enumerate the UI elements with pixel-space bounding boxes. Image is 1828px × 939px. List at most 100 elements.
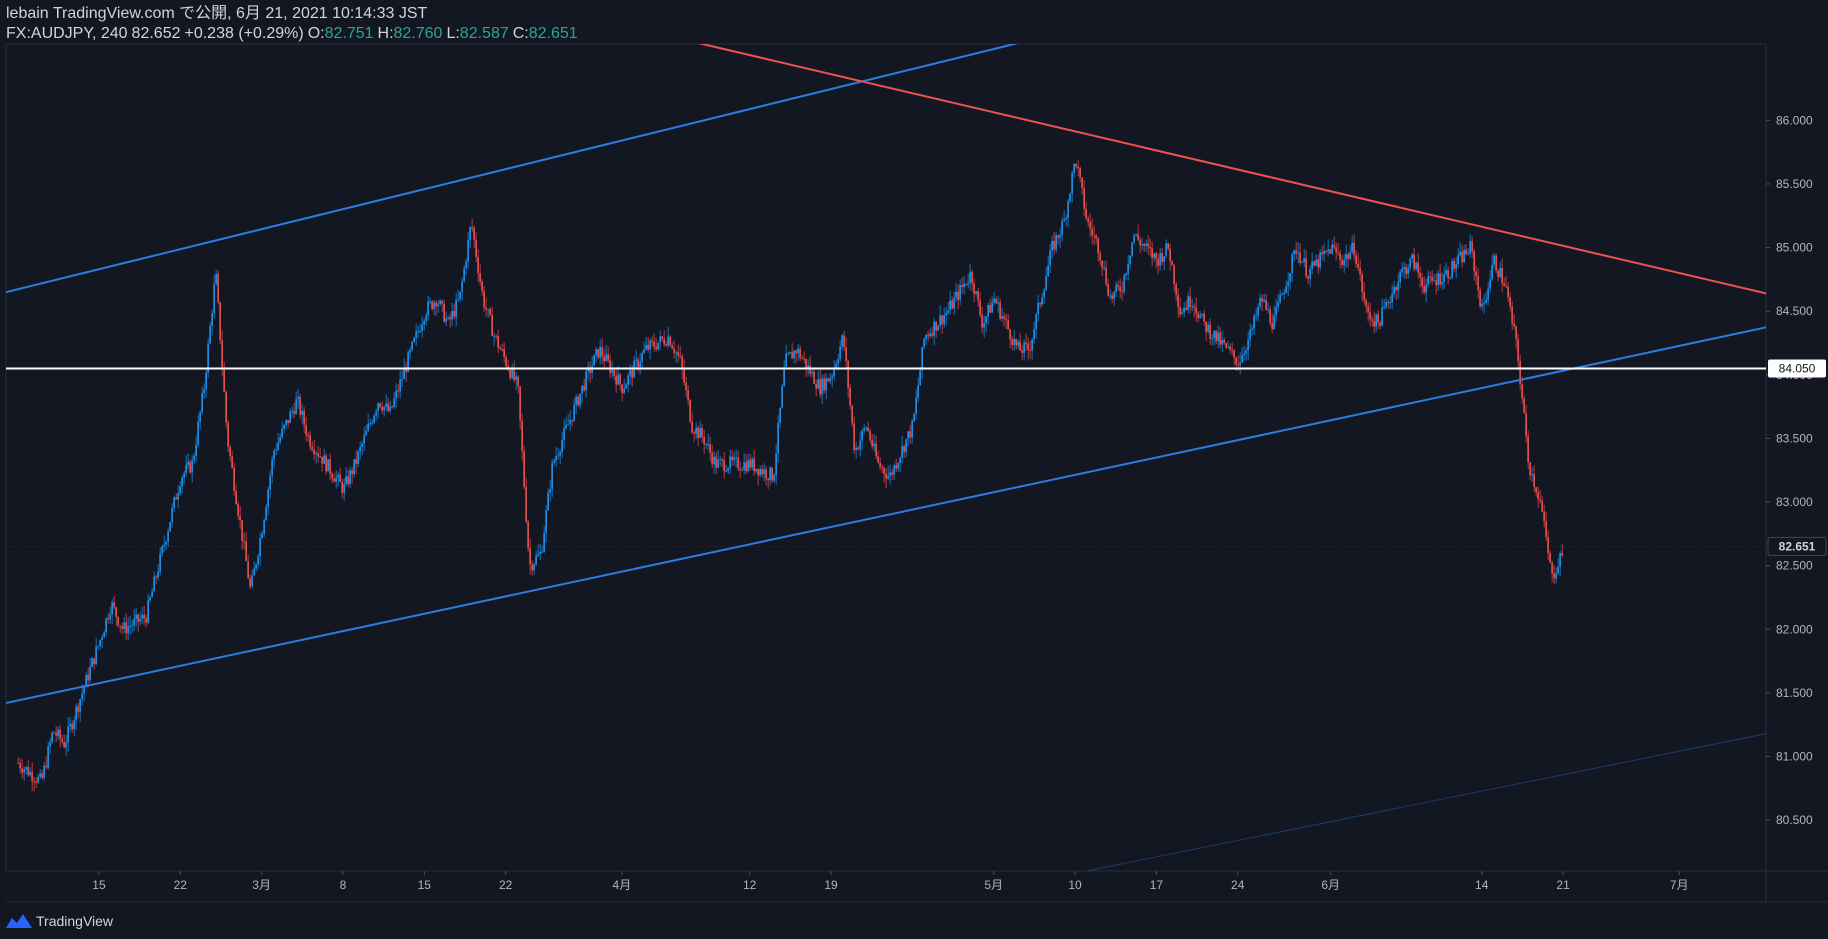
candle-body — [1001, 316, 1003, 319]
candle-body — [1227, 346, 1229, 348]
candle-body — [419, 331, 421, 333]
candle-body — [729, 456, 731, 469]
candle-body — [65, 742, 67, 748]
candle-body — [535, 555, 537, 565]
candle-body — [489, 308, 491, 315]
candle-body — [669, 336, 671, 346]
candle-body — [125, 622, 127, 634]
candle-body — [1319, 252, 1321, 268]
candle-body — [1287, 281, 1289, 287]
candle-body — [873, 443, 875, 447]
candle-body — [323, 455, 325, 464]
candle-body — [707, 443, 709, 445]
candle-body — [495, 335, 497, 337]
candle-body — [843, 335, 845, 348]
candle-body — [517, 376, 519, 387]
candle-body — [477, 256, 479, 274]
candle-body — [1339, 253, 1341, 260]
candle-body — [1547, 537, 1549, 554]
candle-body — [1423, 286, 1425, 293]
candle-body — [1041, 297, 1043, 305]
candle-body — [491, 314, 493, 337]
candle-body — [677, 352, 679, 356]
candle-body — [201, 393, 203, 412]
candle-body — [1257, 306, 1259, 316]
candle-body — [1533, 474, 1535, 487]
candle-body — [821, 378, 823, 395]
time-tick-label: 4月 — [613, 878, 632, 892]
candle-body — [409, 349, 411, 353]
candle-body — [1031, 339, 1033, 351]
candle-body — [1263, 299, 1265, 302]
candle-body — [307, 435, 309, 437]
candle-body — [425, 315, 427, 321]
candle-body — [1289, 273, 1291, 282]
candle-body — [1131, 242, 1133, 256]
candle-body — [621, 384, 623, 394]
candle-body — [577, 396, 579, 406]
candle-body — [203, 389, 205, 394]
candle-body — [1069, 193, 1071, 202]
candle-body — [847, 361, 849, 388]
candle-body — [1073, 164, 1075, 173]
candle-body — [223, 367, 225, 392]
candle-body — [189, 461, 191, 473]
candle-body — [69, 723, 71, 727]
candle-body — [735, 457, 737, 459]
price-tick-label: 82.000 — [1776, 622, 1813, 636]
candle-body — [929, 333, 931, 337]
candle-body — [499, 347, 501, 350]
candle-body — [647, 344, 649, 350]
plot-frame — [5, 43, 1767, 872]
candle-body — [655, 346, 657, 350]
candle-body — [723, 460, 725, 472]
candle-body — [1235, 357, 1237, 365]
candle-body — [225, 391, 227, 423]
candle-body — [1349, 252, 1351, 259]
candle-body — [61, 738, 63, 742]
candle-body — [871, 439, 873, 447]
candle-body — [811, 371, 813, 374]
candle-body — [879, 462, 881, 468]
candle-body — [413, 337, 415, 342]
candle-body — [939, 315, 941, 326]
candle-body — [835, 363, 837, 368]
candle-body — [785, 353, 787, 368]
candle-body — [1251, 328, 1253, 330]
candle-body — [691, 421, 693, 433]
candle-body — [1123, 275, 1125, 292]
candle-body — [877, 456, 879, 463]
candle-body — [1075, 164, 1077, 167]
candle-body — [671, 345, 673, 349]
trend-line-1 — [6, 44, 1019, 294]
candle-body — [25, 767, 27, 770]
horizontal-level-label: 84.050 — [1779, 361, 1816, 375]
candle-body — [917, 385, 919, 398]
candle-body — [603, 356, 605, 362]
candle-body — [1445, 270, 1447, 275]
candle-body — [1103, 267, 1105, 269]
price-tick-label: 84.500 — [1776, 304, 1813, 318]
candle-body — [1169, 248, 1171, 261]
candle-body — [1281, 294, 1283, 296]
candle-body — [1377, 314, 1379, 323]
candle-body — [649, 340, 651, 350]
candle-body — [769, 467, 771, 481]
candle-body — [197, 421, 199, 445]
candle-body — [941, 315, 943, 325]
price-chart[interactable]: 86.00085.50085.00084.50084.00083.50083.0… — [0, 0, 1828, 939]
candle-body — [77, 706, 79, 712]
candle-body — [39, 773, 41, 777]
candle-body — [325, 455, 327, 472]
candle-body — [1439, 273, 1441, 285]
candle-body — [931, 333, 933, 336]
candle-body — [727, 468, 729, 471]
candle-body — [1541, 500, 1543, 512]
candle-body — [1207, 324, 1209, 332]
candle-body — [897, 463, 899, 469]
candle-body — [1477, 276, 1479, 291]
candle-body — [89, 666, 91, 681]
candle-body — [963, 283, 965, 288]
candle-body — [1465, 249, 1467, 255]
candle-body — [297, 396, 299, 400]
